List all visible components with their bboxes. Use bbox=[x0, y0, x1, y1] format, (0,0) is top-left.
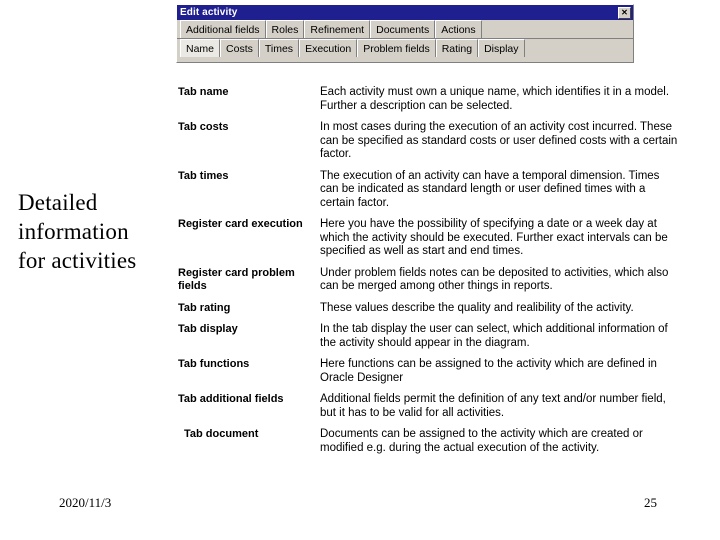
tab-row: Additional fields Roles Refinement Document… bbox=[177, 20, 633, 39]
definition-term: Tab display bbox=[178, 323, 238, 335]
page-title-line: Detailed bbox=[18, 190, 98, 215]
definition-list: Tab name Each activity must own a unique … bbox=[178, 86, 678, 463]
page-title: Detailed information for activities bbox=[18, 188, 190, 275]
tab-costs[interactable]: Costs bbox=[220, 39, 259, 57]
close-icon[interactable]: ✕ bbox=[618, 6, 631, 19]
tab-row: Name Costs Times Execution Problem fields Rat… bbox=[177, 39, 633, 58]
dialog-title-bar: Edit activity ✕ bbox=[177, 5, 633, 20]
tab-row-filler bbox=[524, 39, 633, 57]
tab-problem-fields[interactable]: Problem fields bbox=[357, 39, 436, 57]
page-title-line: information bbox=[18, 219, 129, 244]
definition-term: Register card execution bbox=[178, 218, 303, 230]
definition-term: Tab times bbox=[178, 169, 229, 182]
definition-description: The execution of an activity can have a … bbox=[320, 169, 660, 209]
definition-row: Tab document Documents can be assigned to… bbox=[178, 428, 678, 455]
definition-row: Tab costs In most cases during the execut… bbox=[178, 121, 678, 162]
definition-term: Tab additional fields bbox=[178, 393, 284, 405]
definition-term: Tab name bbox=[178, 86, 229, 98]
tab-rating[interactable]: Rating bbox=[435, 39, 479, 57]
tab-strip: Additional fields Roles Refinement Document… bbox=[177, 20, 633, 58]
definition-row: Tab rating These values describe the qual… bbox=[178, 302, 678, 316]
edit-activity-dialog: Edit activity ✕ Additional fields Roles Re… bbox=[176, 4, 634, 63]
definition-row: Tab additional fields Additional fields p… bbox=[178, 393, 678, 420]
definition-row: Register card execution Here you have the… bbox=[178, 218, 678, 259]
footer-page-number: 25 bbox=[644, 495, 657, 510]
definition-term: Tab costs bbox=[178, 121, 229, 133]
tab-roles[interactable]: Roles bbox=[265, 20, 305, 38]
cropped-text-remnant bbox=[262, 0, 452, 3]
tab-documents[interactable]: Documents bbox=[370, 20, 436, 38]
definition-description: Each activity must own a unique name, wh… bbox=[320, 86, 670, 112]
page-title-line: for activities bbox=[18, 248, 137, 273]
dialog-content-area bbox=[177, 58, 633, 62]
tab-row-filler bbox=[481, 20, 633, 38]
footer-date: 2020/11/3 bbox=[59, 495, 112, 510]
definition-row: Tab functions Here functions can be assig… bbox=[178, 358, 678, 385]
definition-description: Additional fields permit the definition … bbox=[320, 393, 666, 419]
definition-row: Tab times The execution of an activity ca… bbox=[178, 170, 678, 211]
tab-additional-fields[interactable]: Additional fields bbox=[180, 20, 266, 38]
tab-times[interactable]: Times bbox=[258, 39, 300, 57]
tab-actions[interactable]: Actions bbox=[435, 20, 482, 38]
definition-term: Tab document bbox=[184, 428, 259, 440]
definition-row: Register card problem fields Under proble… bbox=[178, 267, 678, 294]
dialog-title: Edit activity bbox=[180, 7, 238, 18]
definition-description: These values describe the quality and re… bbox=[320, 301, 634, 314]
definition-term: Tab functions bbox=[178, 358, 250, 370]
definition-description: In most cases during the execution of an… bbox=[320, 121, 678, 160]
tab-display[interactable]: Display bbox=[478, 39, 525, 57]
tab-name[interactable]: Name bbox=[180, 39, 221, 57]
definition-description: Here functions can be assigned to the ac… bbox=[320, 358, 657, 384]
definition-description: Here you have the possibility of specify… bbox=[320, 218, 668, 257]
definition-description: Under problem fields notes can be deposi… bbox=[320, 266, 669, 293]
definition-term: Tab rating bbox=[178, 301, 231, 314]
definition-row: Tab display In the tab display the user c… bbox=[178, 323, 678, 350]
definition-term: Register card problem fields bbox=[178, 266, 295, 293]
definition-row: Tab name Each activity must own a unique … bbox=[178, 86, 678, 113]
definition-description: Documents can be assigned to the activit… bbox=[320, 428, 643, 454]
definition-description: In the tab display the user can select, … bbox=[320, 323, 668, 349]
tab-refinement[interactable]: Refinement bbox=[304, 20, 371, 38]
tab-execution[interactable]: Execution bbox=[299, 39, 358, 57]
